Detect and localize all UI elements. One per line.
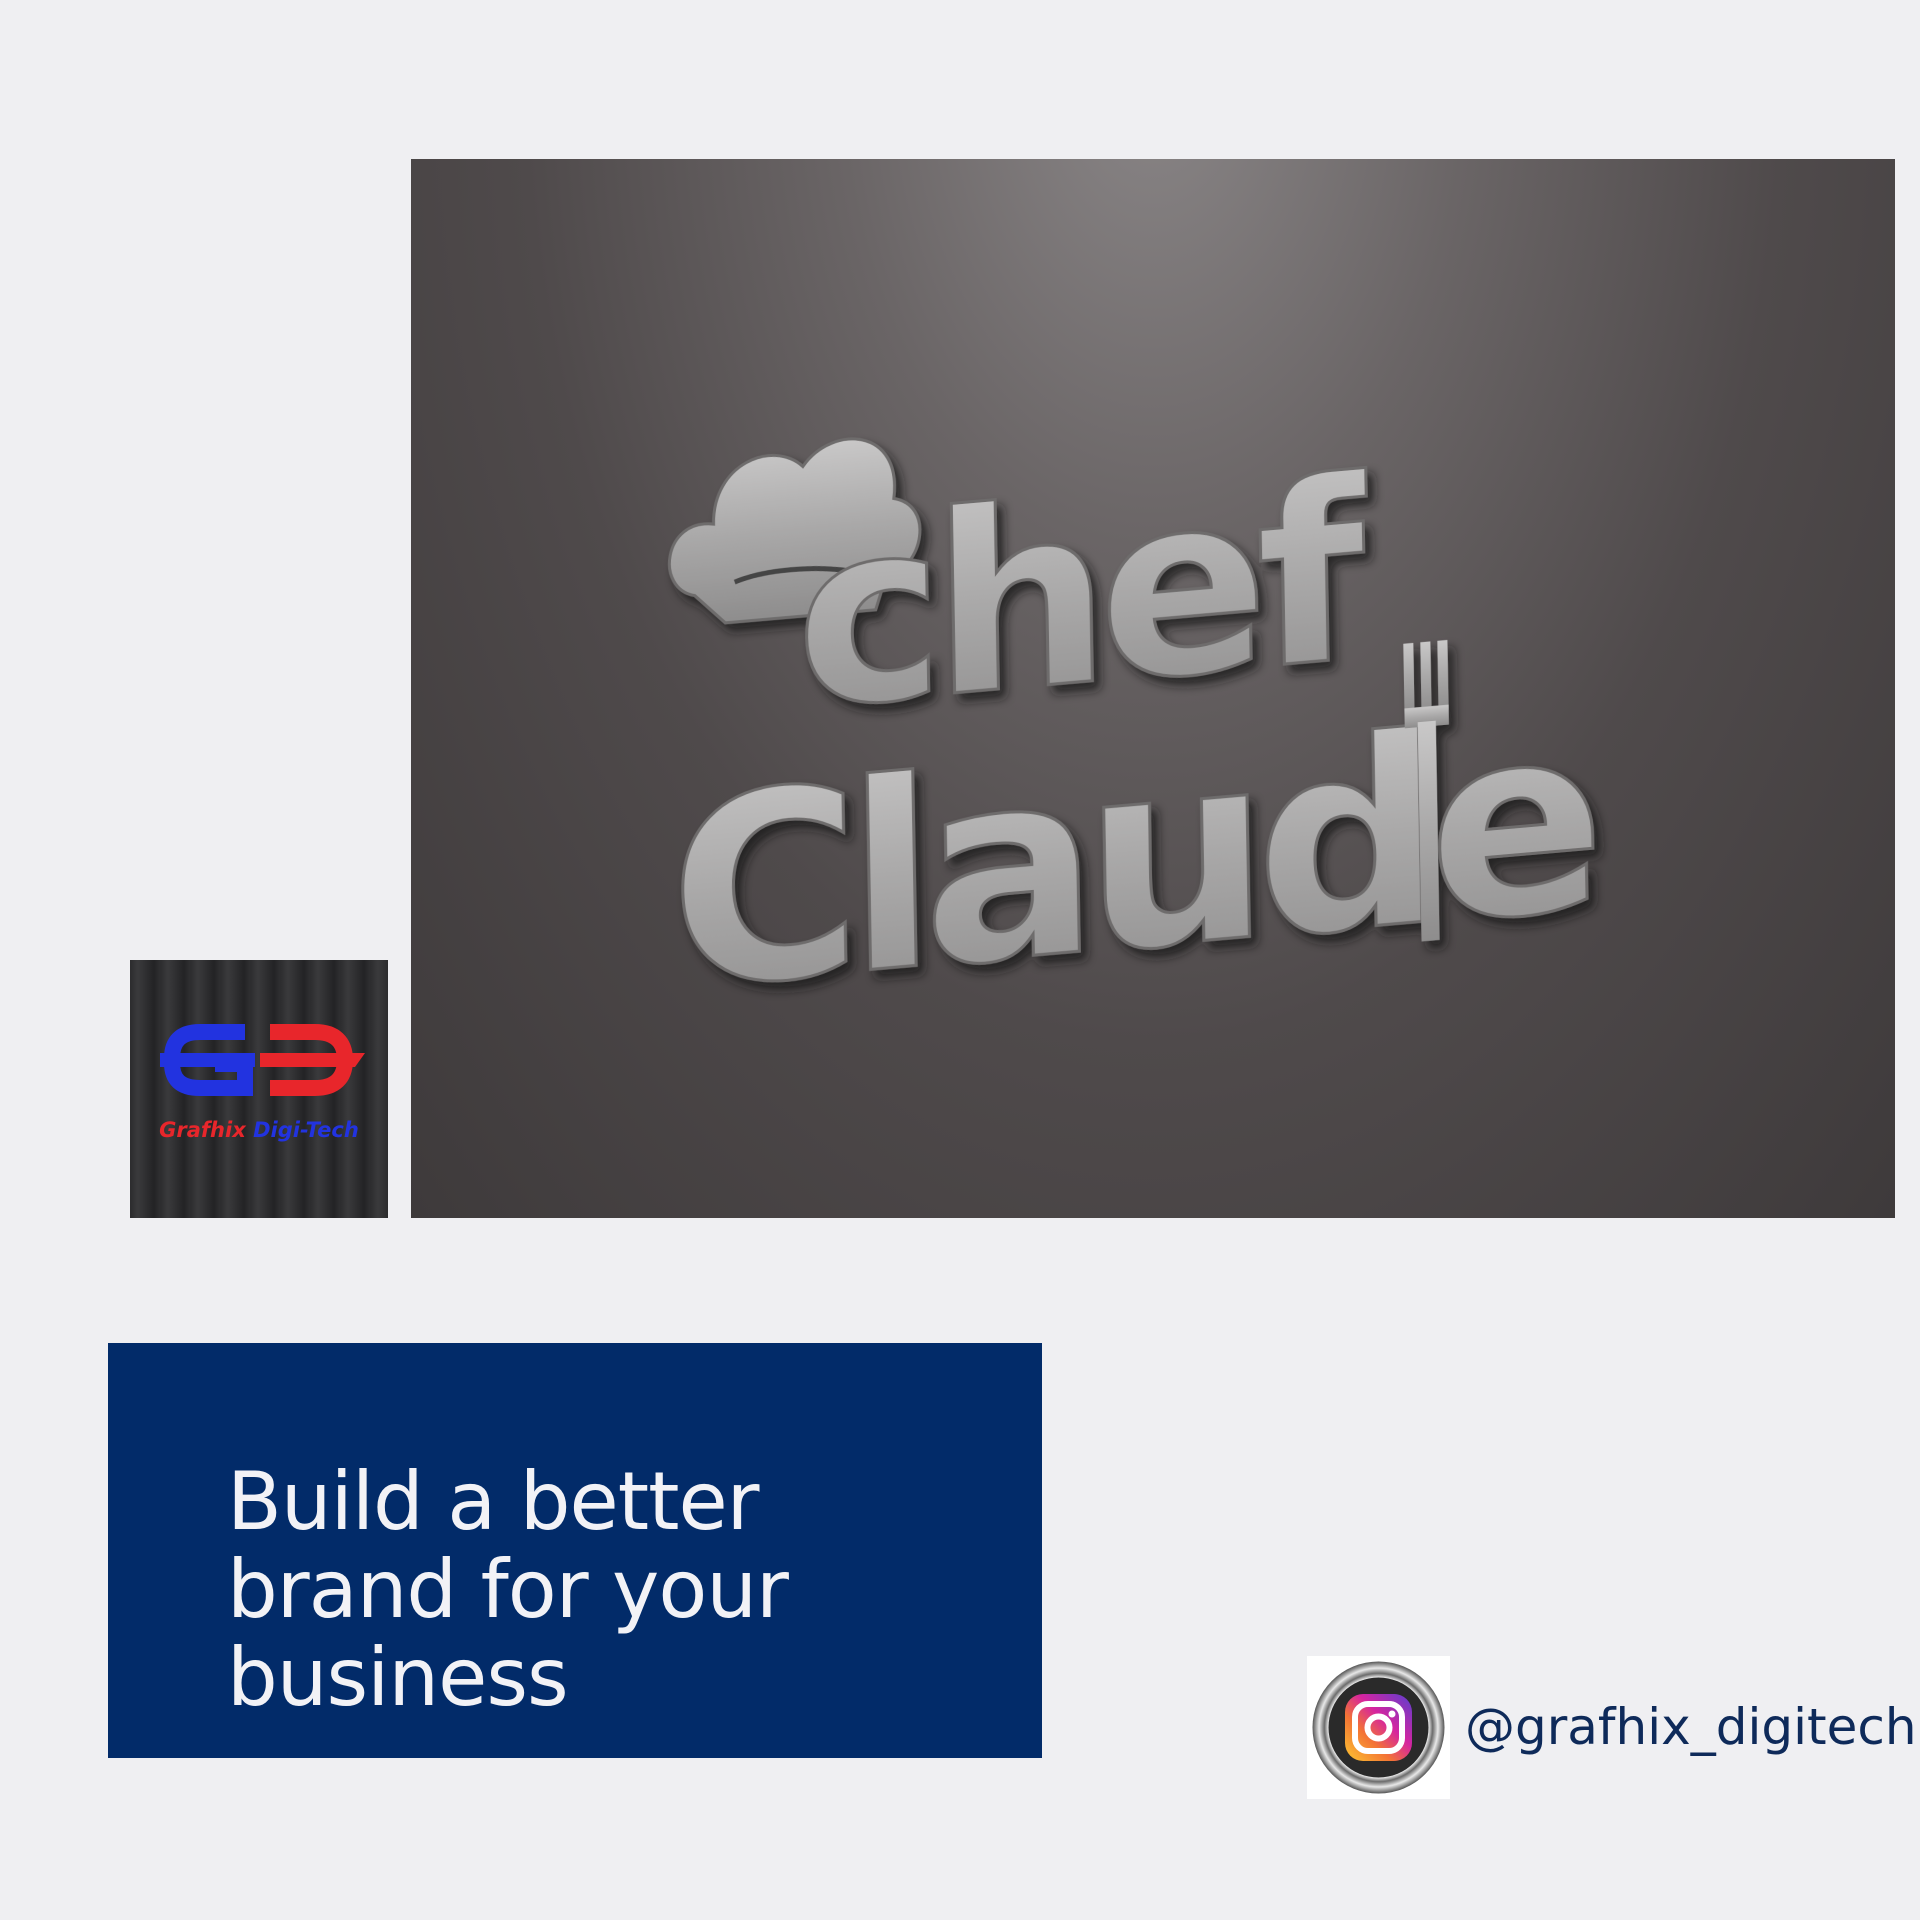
chef-claude-mockup-image: chef Claude — [411, 159, 1895, 1218]
chef-claude-logo: chef Claude — [666, 425, 1600, 1050]
grafhix-digitech-logo: Grafhix Digi-Tech — [130, 960, 388, 1218]
tagline-box: Build a better brand for your business — [108, 1343, 1042, 1758]
instagram-handle[interactable]: @grafhix_digitech — [1465, 1697, 1917, 1757]
tagline-text: Build a better brand for your business — [227, 1455, 789, 1724]
brand-name-part2: Digi-Tech — [253, 1118, 359, 1142]
gd-monogram-icon — [160, 1024, 365, 1096]
brand-name: Grafhix Digi-Tech — [130, 1118, 388, 1142]
brand-name-part1: Grafhix — [159, 1118, 246, 1142]
instagram-icon — [1312, 1661, 1445, 1794]
instagram-icon-tile[interactable] — [1307, 1656, 1450, 1799]
